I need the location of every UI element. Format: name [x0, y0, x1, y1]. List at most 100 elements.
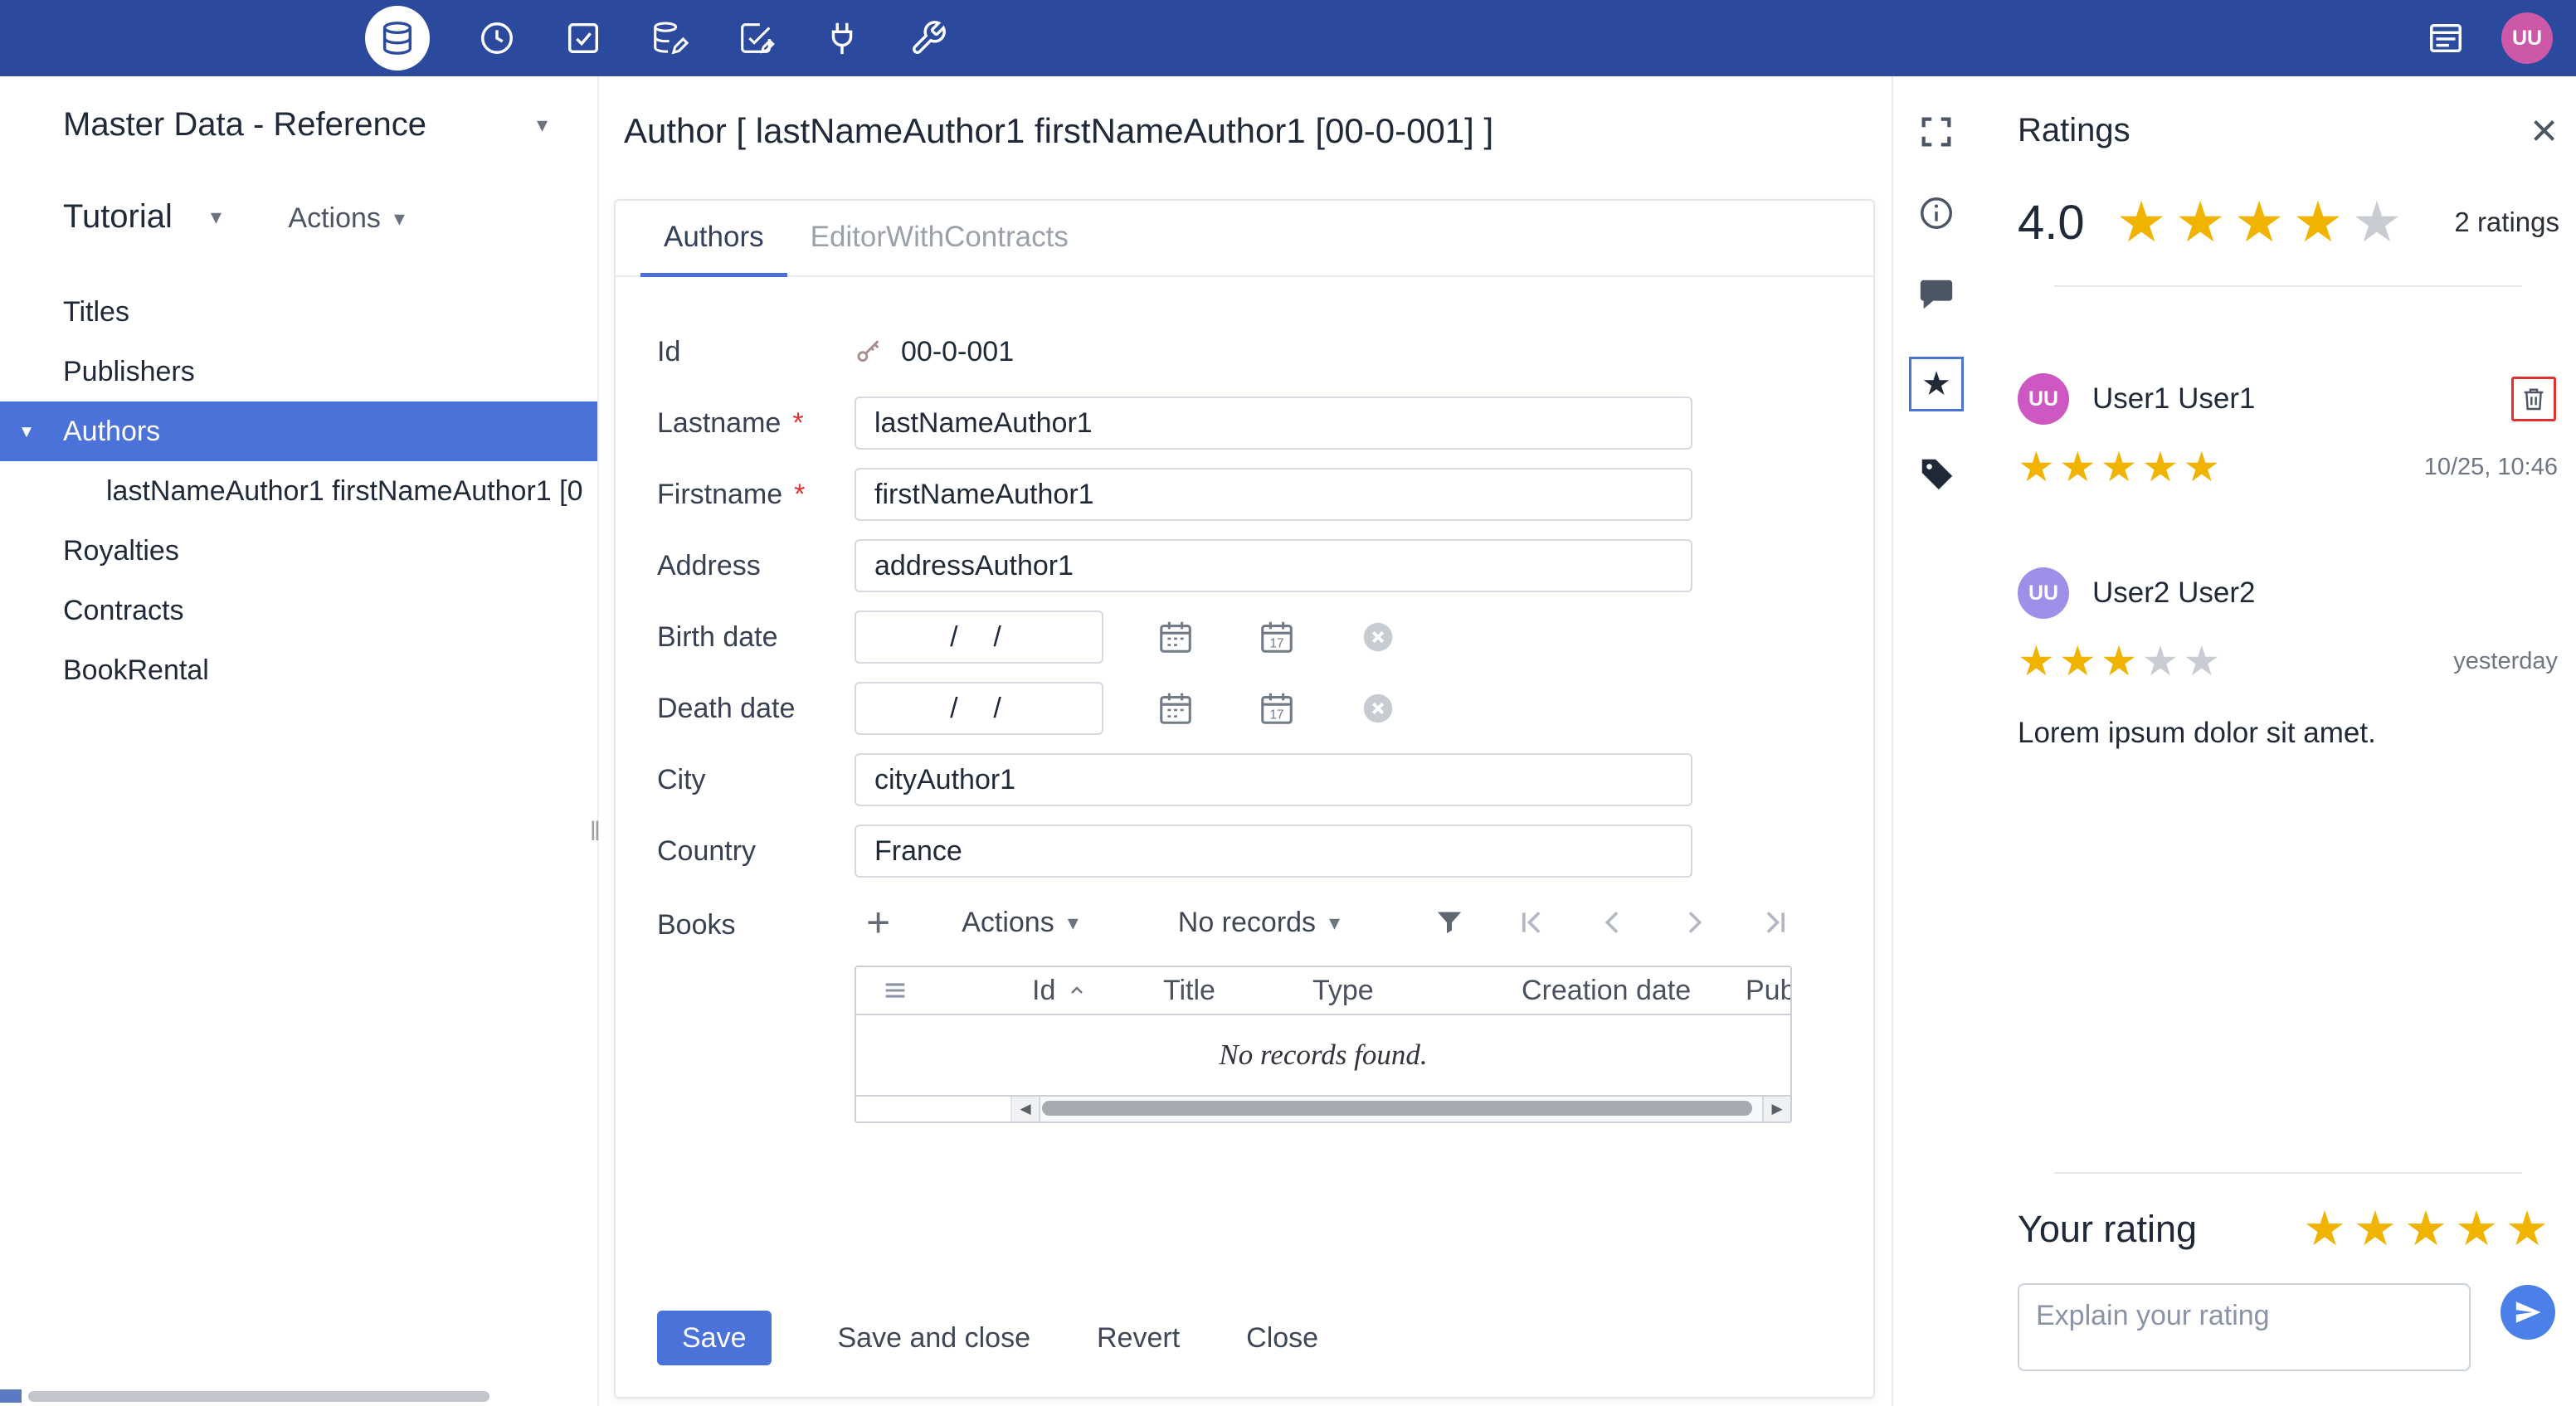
lastname-label: Lastname	[657, 406, 782, 439]
lastname-input[interactable]	[855, 397, 1692, 450]
actions-menu[interactable]: Actions ▾	[288, 202, 405, 235]
sidebar-item-bookrental[interactable]: BookRental	[0, 640, 597, 700]
books-actions-label: Actions	[962, 906, 1054, 938]
page-title: Author [ lastNameAuthor1 firstNameAuthor…	[624, 111, 1494, 150]
plug-icon[interactable]	[823, 19, 861, 57]
books-table-header: Id Title Type Creation date Publish	[856, 967, 1790, 1015]
sidebar-item-publishers[interactable]: Publishers	[0, 342, 597, 401]
comments-icon[interactable]	[1917, 275, 1955, 314]
project-select[interactable]: Tutorial ▾	[63, 198, 222, 236]
ratings-star-icon[interactable]: ★	[1909, 357, 1964, 411]
scrollbar-thumb[interactable]	[28, 1391, 489, 1402]
ratings-panel: ★ Ratings × 4.0 ★★★★★ 2 ratings UU User1…	[1892, 76, 2576, 1406]
scrollbar-corner	[0, 1389, 22, 1403]
clock-icon[interactable]	[478, 19, 516, 57]
first-page-icon[interactable]	[1515, 906, 1548, 939]
review-stars: ★★★★★	[2018, 444, 2225, 490]
required-mark: *	[794, 478, 806, 510]
ratings-title: Ratings	[2018, 111, 2130, 148]
sidebar-item-contracts[interactable]: Contracts	[0, 581, 597, 640]
expand-icon[interactable]	[1917, 113, 1955, 151]
sidebar-hscrollbar[interactable]	[0, 1388, 599, 1404]
delete-rating-button[interactable]	[2511, 377, 2556, 421]
column-header-title[interactable]: Title	[1163, 975, 1312, 1007]
send-rating-button[interactable]	[2501, 1285, 2555, 1340]
scrollbar-track[interactable]	[1040, 1097, 1762, 1121]
address-input[interactable]	[855, 539, 1692, 592]
actions-label: Actions	[288, 202, 381, 234]
close-button[interactable]: Close	[1246, 1322, 1318, 1355]
sidebar-item-titles[interactable]: Titles	[0, 282, 597, 342]
tab-authors[interactable]: Authors	[640, 201, 787, 277]
calendar-day-icon[interactable]: 17	[1258, 689, 1296, 727]
editor-tabs: Authors EditorWithContracts	[616, 201, 1873, 277]
clear-icon[interactable]	[1359, 618, 1397, 656]
scroll-right-icon[interactable]: ▶	[1762, 1097, 1790, 1121]
close-icon[interactable]: ×	[2530, 107, 2558, 153]
field-row-address: Address	[657, 539, 1873, 592]
column-header-creation-date[interactable]: Creation date	[1522, 975, 1746, 1007]
database-edit-icon[interactable]	[650, 19, 689, 57]
avatar: UU	[2018, 567, 2069, 619]
column-header-type[interactable]: Type	[1312, 975, 1522, 1007]
save-and-close-button[interactable]: Save and close	[838, 1322, 1031, 1355]
report-table-icon[interactable]	[2427, 19, 2465, 57]
calendar-day-icon[interactable]: 17	[1258, 618, 1296, 656]
table-hscrollbar[interactable]: ◀ ▶	[856, 1095, 1790, 1121]
sidebar-item-author-record[interactable]: lastNameAuthor1 firstNameAuthor1 [0	[0, 461, 597, 521]
deathdate-input[interactable]	[855, 682, 1103, 735]
deathdate-label: Death date	[657, 692, 796, 724]
sidebar-item-royalties[interactable]: Royalties	[0, 521, 597, 581]
filter-icon[interactable]	[1433, 906, 1466, 939]
note-edit-icon[interactable]	[737, 19, 775, 57]
panel-resize-handle[interactable]: ‖	[590, 816, 601, 847]
your-rating-stars[interactable]: ★★★★★	[2303, 1205, 2556, 1253]
scrollbar-thumb[interactable]	[1042, 1101, 1752, 1116]
field-row-city: City	[657, 753, 1873, 806]
calendar-icon[interactable]	[1157, 689, 1195, 727]
avatar: UU	[2018, 373, 2069, 425]
user-avatar[interactable]: UU	[2501, 12, 2553, 64]
id-label: Id	[657, 335, 681, 367]
review-date: yesterday	[2453, 647, 2558, 674]
wrench-icon[interactable]	[909, 19, 947, 57]
editor-footer: Save Save and close Revert Close	[657, 1311, 1318, 1365]
tags-icon[interactable]	[1917, 455, 1955, 493]
sidebar: Master Data - Reference ▾ Tutorial ▾ Act…	[0, 76, 601, 1406]
field-row-country: Country	[657, 825, 1873, 878]
city-input[interactable]	[855, 753, 1692, 806]
main-area: Author [ lastNameAuthor1 firstNameAuthor…	[601, 76, 1892, 1406]
column-header-publish[interactable]: Publish	[1746, 975, 1790, 1007]
id-value: 00-0-001	[901, 335, 1015, 367]
database-tool-active[interactable]	[365, 6, 430, 71]
column-menu-icon[interactable]	[856, 976, 1032, 1005]
prev-page-icon[interactable]	[1596, 906, 1629, 939]
revert-button[interactable]: Revert	[1097, 1322, 1180, 1355]
task-check-icon[interactable]	[564, 19, 602, 57]
country-input[interactable]	[855, 825, 1692, 878]
svg-text:17: 17	[1269, 636, 1283, 650]
rating-comment-input[interactable]	[2018, 1283, 2471, 1371]
clear-icon[interactable]	[1359, 689, 1397, 727]
info-icon[interactable]	[1917, 194, 1955, 232]
save-button[interactable]: Save	[657, 1311, 772, 1365]
workspace-select[interactable]: Master Data - Reference ▾	[63, 106, 548, 144]
next-page-icon[interactable]	[1678, 906, 1711, 939]
tab-editorwithcontracts[interactable]: EditorWithContracts	[787, 201, 1092, 277]
books-paging-dropdown[interactable]: No records ▾	[1178, 907, 1340, 939]
column-header-id[interactable]: Id	[1032, 975, 1163, 1007]
ratings-content: Ratings × 4.0 ★★★★★ 2 ratings UU User1 U…	[2018, 76, 2563, 1406]
calendar-icon[interactable]	[1157, 618, 1195, 656]
books-actions-dropdown[interactable]: Actions ▾	[962, 907, 1079, 939]
last-page-icon[interactable]	[1759, 906, 1792, 939]
birthdate-input[interactable]	[855, 611, 1103, 664]
database-icon	[382, 22, 412, 55]
books-label: Books	[657, 909, 736, 941]
scroll-left-icon[interactable]: ◀	[1012, 1097, 1040, 1121]
ratings-count: 2 ratings	[2454, 207, 2559, 237]
sort-asc-icon	[1071, 986, 1083, 994]
field-row-lastname: Lastname *	[657, 397, 1873, 450]
add-book-icon[interactable]: +	[866, 902, 890, 943]
sidebar-item-authors[interactable]: ▾ Authors	[0, 401, 597, 461]
firstname-input[interactable]	[855, 468, 1692, 521]
